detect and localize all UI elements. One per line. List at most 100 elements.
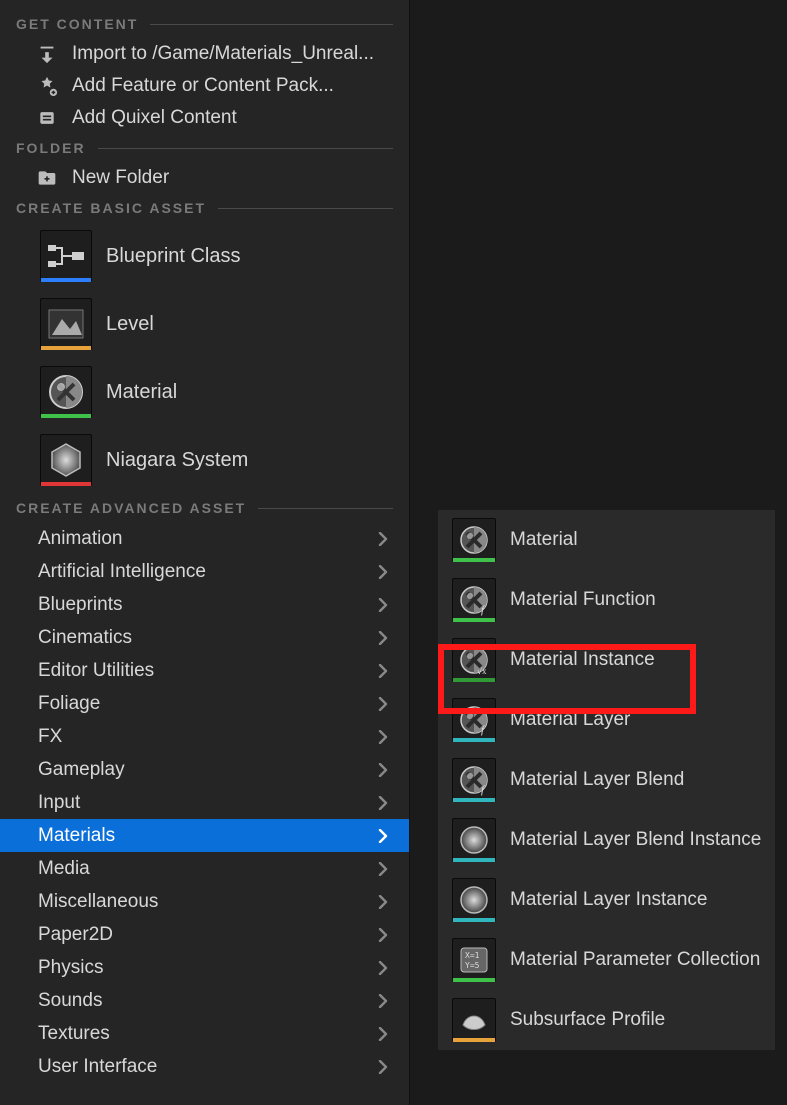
menu-item-label: Import to /Game/Materials_Unreal... — [72, 43, 374, 65]
category-label: Editor Utilities — [38, 660, 154, 682]
category-animation[interactable]: Animation — [0, 522, 409, 555]
submenu-item-label: Material Layer Blend — [510, 769, 684, 791]
feature-pack-icon — [36, 75, 58, 97]
section-header-advanced: CREATE ADVANCED ASSET — [0, 494, 409, 522]
submenu-item-label: Material Function — [510, 589, 656, 611]
category-editor-utilities[interactable]: Editor Utilities — [0, 654, 409, 687]
category-paper2d[interactable]: Paper2D — [0, 918, 409, 951]
chevron-right-icon — [377, 1060, 389, 1074]
section-header-folder: FOLDER — [0, 134, 409, 162]
submenu-item-label: Material Instance — [510, 649, 655, 671]
submenu-item-subsurface-profile[interactable]: Subsurface Profile — [438, 990, 775, 1050]
category-textures[interactable]: Textures — [0, 1017, 409, 1050]
category-gameplay[interactable]: Gameplay — [0, 753, 409, 786]
material-instance-icon: √x — [452, 638, 496, 682]
menu-item-quixel[interactable]: Add Quixel Content — [0, 102, 409, 134]
material-parameter-collection-icon: X=1Y=5 — [452, 938, 496, 982]
category-label: Gameplay — [38, 759, 125, 781]
submenu-item-label: Material Parameter Collection — [510, 949, 760, 971]
category-miscellaneous[interactable]: Miscellaneous — [0, 885, 409, 918]
submenu-item-material-parameter-collection[interactable]: X=1Y=5 Material Parameter Collection — [438, 930, 775, 990]
material-layer-icon: f — [452, 698, 496, 742]
chevron-right-icon — [377, 697, 389, 711]
category-sounds[interactable]: Sounds — [0, 984, 409, 1017]
section-label: CREATE ADVANCED ASSET — [16, 500, 246, 516]
svg-text:Y=5: Y=5 — [465, 961, 480, 970]
chevron-right-icon — [377, 763, 389, 777]
menu-item-import[interactable]: Import to /Game/Materials_Unreal... — [0, 38, 409, 70]
menu-item-label: Add Quixel Content — [72, 107, 237, 129]
material-layer-instance-icon — [452, 878, 496, 922]
section-label: FOLDER — [16, 140, 86, 156]
divider — [150, 24, 393, 25]
niagara-icon — [40, 434, 92, 486]
chevron-right-icon — [377, 961, 389, 975]
submenu-item-label: Material — [510, 529, 578, 551]
category-user-interface[interactable]: User Interface — [0, 1050, 409, 1083]
menu-item-new-folder[interactable]: New Folder — [0, 162, 409, 194]
category-blueprints[interactable]: Blueprints — [0, 588, 409, 621]
asset-item-niagara[interactable]: Niagara System — [0, 426, 409, 494]
category-materials[interactable]: Materials — [0, 819, 409, 852]
chevron-right-icon — [377, 928, 389, 942]
category-physics[interactable]: Physics — [0, 951, 409, 984]
category-label: Artificial Intelligence — [38, 561, 206, 583]
category-fx[interactable]: FX — [0, 720, 409, 753]
menu-item-feature-pack[interactable]: Add Feature or Content Pack... — [0, 70, 409, 102]
submenu-item-material-layer-blend-instance[interactable]: Material Layer Blend Instance — [438, 810, 775, 870]
category-label: Miscellaneous — [38, 891, 158, 913]
chevron-right-icon — [377, 895, 389, 909]
menu-item-label: Add Feature or Content Pack... — [72, 75, 334, 97]
chevron-right-icon — [377, 631, 389, 645]
category-label: Input — [38, 792, 80, 814]
asset-item-blueprint[interactable]: Blueprint Class — [0, 222, 409, 290]
section-header-basic: CREATE BASIC ASSET — [0, 194, 409, 222]
advanced-category-list: Animation Artificial Intelligence Blueprin… — [0, 522, 409, 1083]
category-label: Textures — [38, 1023, 110, 1045]
category-media[interactable]: Media — [0, 852, 409, 885]
chevron-right-icon — [377, 796, 389, 810]
section-label: GET CONTENT — [16, 16, 138, 32]
submenu-item-material[interactable]: Material — [438, 510, 775, 570]
submenu-item-material-layer-instance[interactable]: Material Layer Instance — [438, 870, 775, 930]
category-foliage[interactable]: Foliage — [0, 687, 409, 720]
asset-label: Niagara System — [106, 449, 248, 472]
chevron-right-icon — [377, 664, 389, 678]
subsurface-profile-icon — [452, 998, 496, 1042]
category-label: Media — [38, 858, 90, 880]
chevron-right-icon — [377, 829, 389, 843]
svg-text:√x: √x — [477, 666, 487, 676]
quixel-icon — [36, 107, 58, 129]
category-label: Sounds — [38, 990, 102, 1012]
section-header-get-content: GET CONTENT — [0, 10, 409, 38]
category-label: User Interface — [38, 1056, 157, 1078]
category-artificial-intelligence[interactable]: Artificial Intelligence — [0, 555, 409, 588]
submenu-item-material-function[interactable]: fMaterial Function — [438, 570, 775, 630]
submenu-item-material-layer-blend[interactable]: fMaterial Layer Blend — [438, 750, 775, 810]
category-label: Cinematics — [38, 627, 132, 649]
divider — [258, 508, 393, 509]
new-folder-icon — [36, 167, 58, 189]
chevron-right-icon — [377, 565, 389, 579]
chevron-right-icon — [377, 532, 389, 546]
menu-item-label: New Folder — [72, 167, 169, 189]
category-label: Paper2D — [38, 924, 113, 946]
material-icon — [452, 518, 496, 562]
category-label: FX — [38, 726, 62, 748]
submenu-item-material-instance[interactable]: √x Material Instance — [438, 630, 775, 690]
material-layer-blend-instance-icon — [452, 818, 496, 862]
submenu-item-material-layer[interactable]: fMaterial Layer — [438, 690, 775, 750]
svg-text:X=1: X=1 — [465, 951, 480, 960]
asset-item-material[interactable]: Material — [0, 358, 409, 426]
level-icon — [40, 298, 92, 350]
category-cinematics[interactable]: Cinematics — [0, 621, 409, 654]
category-label: Animation — [38, 528, 123, 550]
category-label: Blueprints — [38, 594, 123, 616]
category-label: Physics — [38, 957, 103, 979]
asset-item-level[interactable]: Level — [0, 290, 409, 358]
submenu-item-label: Material Layer Instance — [510, 889, 708, 911]
asset-label: Material — [106, 381, 177, 404]
section-label: CREATE BASIC ASSET — [16, 200, 206, 216]
chevron-right-icon — [377, 994, 389, 1008]
category-input[interactable]: Input — [0, 786, 409, 819]
